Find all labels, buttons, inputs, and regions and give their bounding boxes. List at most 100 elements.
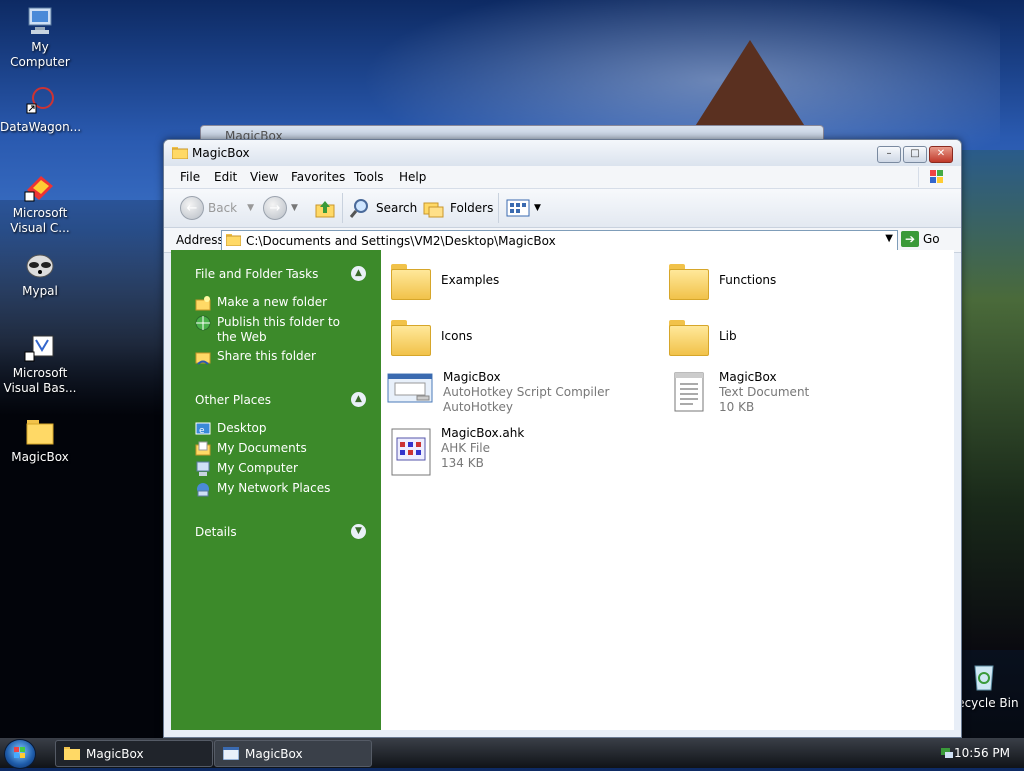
file-item-magicbox-ahk[interactable]: MagicBox.ahk AHK File 134 KB xyxy=(391,426,524,476)
place-my-documents[interactable]: My Documents xyxy=(195,441,307,457)
taskbar-item-magicbox-app[interactable]: MagicBox xyxy=(214,740,372,767)
desktop-icon-label: MagicBox xyxy=(11,450,69,464)
go-label: Go xyxy=(923,232,940,246)
file-type: AHK File xyxy=(441,441,490,455)
desktop-icon-label: Microsoft Visual Bas... xyxy=(3,366,77,395)
folders-label: Folders xyxy=(450,201,494,215)
forward-arrow-icon: → xyxy=(263,196,287,220)
place-desktop[interactable]: e Desktop xyxy=(195,421,267,437)
file-item-functions[interactable]: Functions xyxy=(669,262,777,300)
file-item-magicbox-txt[interactable]: MagicBox Text Document 10 KB xyxy=(669,370,809,415)
task-pane: File and Folder Tasks ▲ Make a new folde… xyxy=(171,250,381,730)
task-publish-web[interactable]: Publish this folder to the Web xyxy=(195,315,357,345)
chevron-down-icon[interactable]: ▼ xyxy=(885,233,893,244)
visual-basic-icon xyxy=(23,330,57,364)
visual-studio-icon xyxy=(23,170,57,204)
other-places-header[interactable]: Other Places xyxy=(195,393,271,407)
folder-icon xyxy=(669,318,709,356)
task-share-folder[interactable]: Share this folder xyxy=(195,349,316,365)
menu-favorites[interactable]: Favorites xyxy=(291,170,345,184)
folder-icon xyxy=(172,147,188,159)
views-icon xyxy=(506,199,530,217)
folder-icon xyxy=(391,318,431,356)
menu-help[interactable]: Help xyxy=(399,170,426,184)
file-name: Functions xyxy=(719,273,777,287)
go-arrow-icon: ➔ xyxy=(901,231,919,247)
back-arrow-icon: ← xyxy=(180,196,204,220)
go-button[interactable]: ➔ Go xyxy=(901,231,940,247)
desktop-icon-mypal[interactable]: Mypal xyxy=(0,248,80,299)
content-area: File and Folder Tasks ▲ Make a new folde… xyxy=(171,250,954,730)
task-label: Publish this folder to the Web xyxy=(217,315,340,344)
file-item-icons[interactable]: Icons xyxy=(391,318,473,356)
raccoon-icon xyxy=(23,248,57,282)
maximize-button[interactable]: □ xyxy=(903,146,927,163)
clock[interactable]: 10:56 PM xyxy=(954,746,1010,760)
taskbar-item-label: MagicBox xyxy=(86,746,144,761)
address-input[interactable]: C:\Documents and Settings\VM2\Desktop\Ma… xyxy=(221,230,898,251)
explorer-window[interactable]: MagicBox – □ ✕ File Edit View Favorites … xyxy=(163,139,962,738)
collapse-icon[interactable]: ▲ xyxy=(351,392,366,407)
address-value: C:\Documents and Settings\VM2\Desktop\Ma… xyxy=(246,234,556,248)
application-window-icon xyxy=(223,747,239,760)
file-item-magicbox-exe[interactable]: MagicBox AutoHotkey Script Compiler Auto… xyxy=(387,370,609,415)
minimize-button[interactable]: – xyxy=(877,146,901,163)
svg-text:e: e xyxy=(199,426,205,436)
menu-tools[interactable]: Tools xyxy=(354,170,384,184)
computer-icon xyxy=(23,4,57,38)
place-label: My Computer xyxy=(217,461,298,475)
file-name: Icons xyxy=(441,329,473,343)
desktop-icon-label: Microsoft Visual C... xyxy=(10,206,70,235)
collapse-icon[interactable]: ▲ xyxy=(351,266,366,281)
task-make-new-folder[interactable]: Make a new folder xyxy=(195,295,327,311)
start-button[interactable] xyxy=(4,739,36,769)
title-bar[interactable]: MagicBox – □ ✕ xyxy=(164,140,961,166)
folders-icon xyxy=(423,202,444,218)
desktop-icon-magicbox[interactable]: MagicBox xyxy=(0,414,80,465)
desktop-icon-my-computer[interactable]: My Computer xyxy=(0,4,80,70)
menu-file[interactable]: File xyxy=(180,170,200,184)
menu-edit[interactable]: Edit xyxy=(214,170,237,184)
taskbar-item-magicbox-folder[interactable]: MagicBox xyxy=(55,740,213,767)
network-icon xyxy=(197,483,209,497)
ahk-file-icon xyxy=(391,428,431,476)
address-label: Address xyxy=(176,233,224,247)
application-window-icon xyxy=(387,373,433,403)
desktop-icon-label: Mypal xyxy=(22,284,58,298)
up-folder-button[interactable] xyxy=(314,195,336,221)
folder-icon xyxy=(669,262,709,300)
folders-button[interactable]: Folders xyxy=(422,195,493,221)
file-size: 10 KB xyxy=(719,400,755,414)
file-item-examples[interactable]: Examples xyxy=(391,262,500,300)
file-name: MagicBox xyxy=(719,370,777,384)
file-name: Examples xyxy=(441,273,500,287)
network-tray-icon[interactable] xyxy=(940,745,954,759)
globe-icon xyxy=(195,315,211,331)
desktop-icon-datawagon[interactable]: DataWagon... xyxy=(0,84,81,135)
file-folder-tasks-header[interactable]: File and Folder Tasks xyxy=(195,267,318,281)
close-button[interactable]: ✕ xyxy=(929,146,953,163)
file-list: Examples Functions Icons Lib MagicBox Au… xyxy=(381,250,954,730)
expand-icon[interactable]: ▼ xyxy=(351,524,366,539)
toolbar-separator xyxy=(498,193,499,223)
desktop-icon-label: My Computer xyxy=(10,40,70,69)
file-name: Lib xyxy=(719,329,737,343)
back-button[interactable]: ← Back ▼ xyxy=(180,195,254,221)
wallpaper-forest xyxy=(960,150,1024,650)
back-label: Back xyxy=(208,201,238,215)
place-my-network[interactable]: My Network Places xyxy=(195,481,330,497)
folder-icon xyxy=(23,414,57,448)
place-label: Desktop xyxy=(217,421,267,435)
desktop-icon-visual-c[interactable]: Microsoft Visual C... xyxy=(0,170,80,236)
file-item-lib[interactable]: Lib xyxy=(669,318,737,356)
search-button[interactable]: Search xyxy=(348,195,417,221)
details-header[interactable]: Details xyxy=(195,525,237,539)
file-type: AutoHotkey Script Compiler xyxy=(443,385,610,399)
views-button[interactable]: ▼ xyxy=(506,195,541,221)
file-company: AutoHotkey xyxy=(443,400,513,414)
toolbar-separator xyxy=(342,193,343,223)
desktop-icon-visual-basic[interactable]: Microsoft Visual Bas... xyxy=(0,330,80,396)
forward-button[interactable]: → ▼ xyxy=(263,195,298,221)
place-my-computer[interactable]: My Computer xyxy=(195,461,298,477)
menu-view[interactable]: View xyxy=(250,170,278,184)
